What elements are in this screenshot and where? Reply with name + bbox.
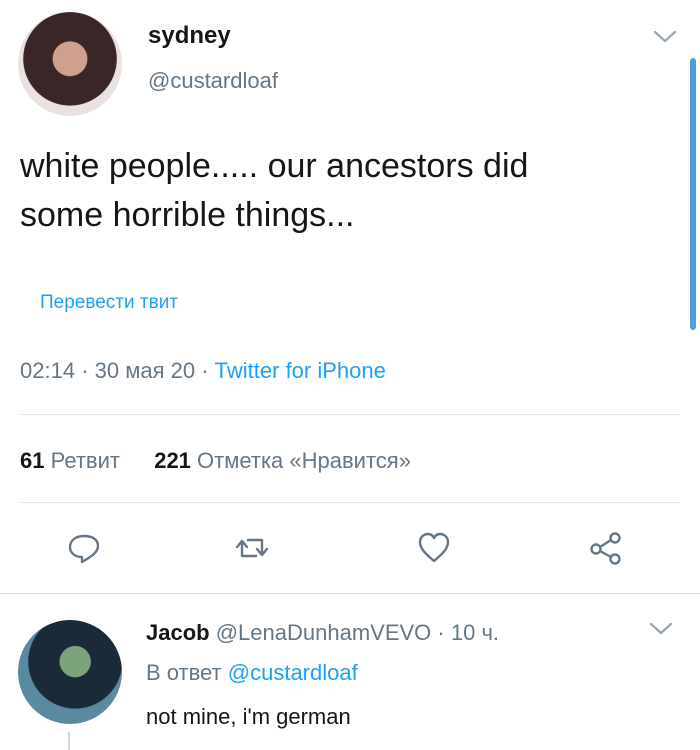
tweet-text-line: white people..... our ancestors did [20, 147, 529, 185]
likes-label: Отметка «Нравится» [197, 448, 411, 473]
thread-line [68, 732, 70, 750]
tweet-stats: 61 Ретвит 221 Отметка «Нравится» [20, 448, 411, 474]
in-reply-to-label: В ответ [146, 660, 222, 685]
retweets-stat[interactable]: 61 Ретвит [20, 448, 126, 473]
divider [20, 414, 680, 415]
author-handle[interactable]: @custardloaf [148, 68, 278, 94]
divider [0, 593, 700, 594]
in-reply-to: В ответ @custardloaf [146, 660, 358, 686]
chevron-down-icon[interactable] [652, 28, 678, 46]
share-icon[interactable] [586, 528, 626, 568]
likes-count: 221 [154, 448, 191, 473]
reply-text: not mine, i'm german [146, 704, 351, 729]
likes-stat[interactable]: 221 Отметка «Нравится» [154, 448, 411, 473]
reply-avatar[interactable] [18, 620, 122, 724]
chevron-down-icon[interactable] [648, 620, 674, 638]
tweet-meta: 02:14 · 30 мая 20 · Twitter for iPhone [20, 358, 386, 384]
retweets-count: 61 [20, 448, 45, 473]
reply-header: Jacob @LenaDunhamVEVO · 10 ч. [146, 620, 499, 646]
reply-time[interactable]: 10 ч. [451, 620, 499, 645]
reply-author-name[interactable]: Jacob [146, 620, 210, 645]
reply-icon[interactable] [64, 528, 104, 568]
tweet-actions [0, 528, 700, 572]
tweet-text: white people..... our ancestors did some… [20, 142, 680, 240]
tweet-detail: sydney @custardloaf white people..... ou… [0, 0, 700, 750]
heart-icon[interactable] [414, 528, 454, 568]
translate-tweet-link[interactable]: Перевести твит [40, 292, 178, 314]
divider [20, 502, 680, 503]
tweet-time[interactable]: 02:14 [20, 358, 75, 383]
author-name[interactable]: sydney [148, 22, 231, 50]
meta-separator: · [437, 620, 451, 645]
retweets-label: Ретвит [50, 448, 120, 473]
tweet-text-line: some horrible things... [20, 196, 355, 234]
scrollbar[interactable] [690, 58, 696, 330]
in-reply-to-mention[interactable]: @custardloaf [228, 660, 358, 685]
tweet-source-link[interactable]: Twitter for iPhone [215, 358, 386, 383]
reply-author-handle[interactable]: @LenaDunhamVEVO [216, 620, 432, 645]
retweet-icon[interactable] [232, 528, 272, 568]
tweet-date[interactable]: 30 мая 20 [95, 358, 195, 383]
meta-separator: · [201, 358, 215, 383]
meta-separator: · [81, 358, 95, 383]
avatar[interactable] [18, 12, 122, 116]
